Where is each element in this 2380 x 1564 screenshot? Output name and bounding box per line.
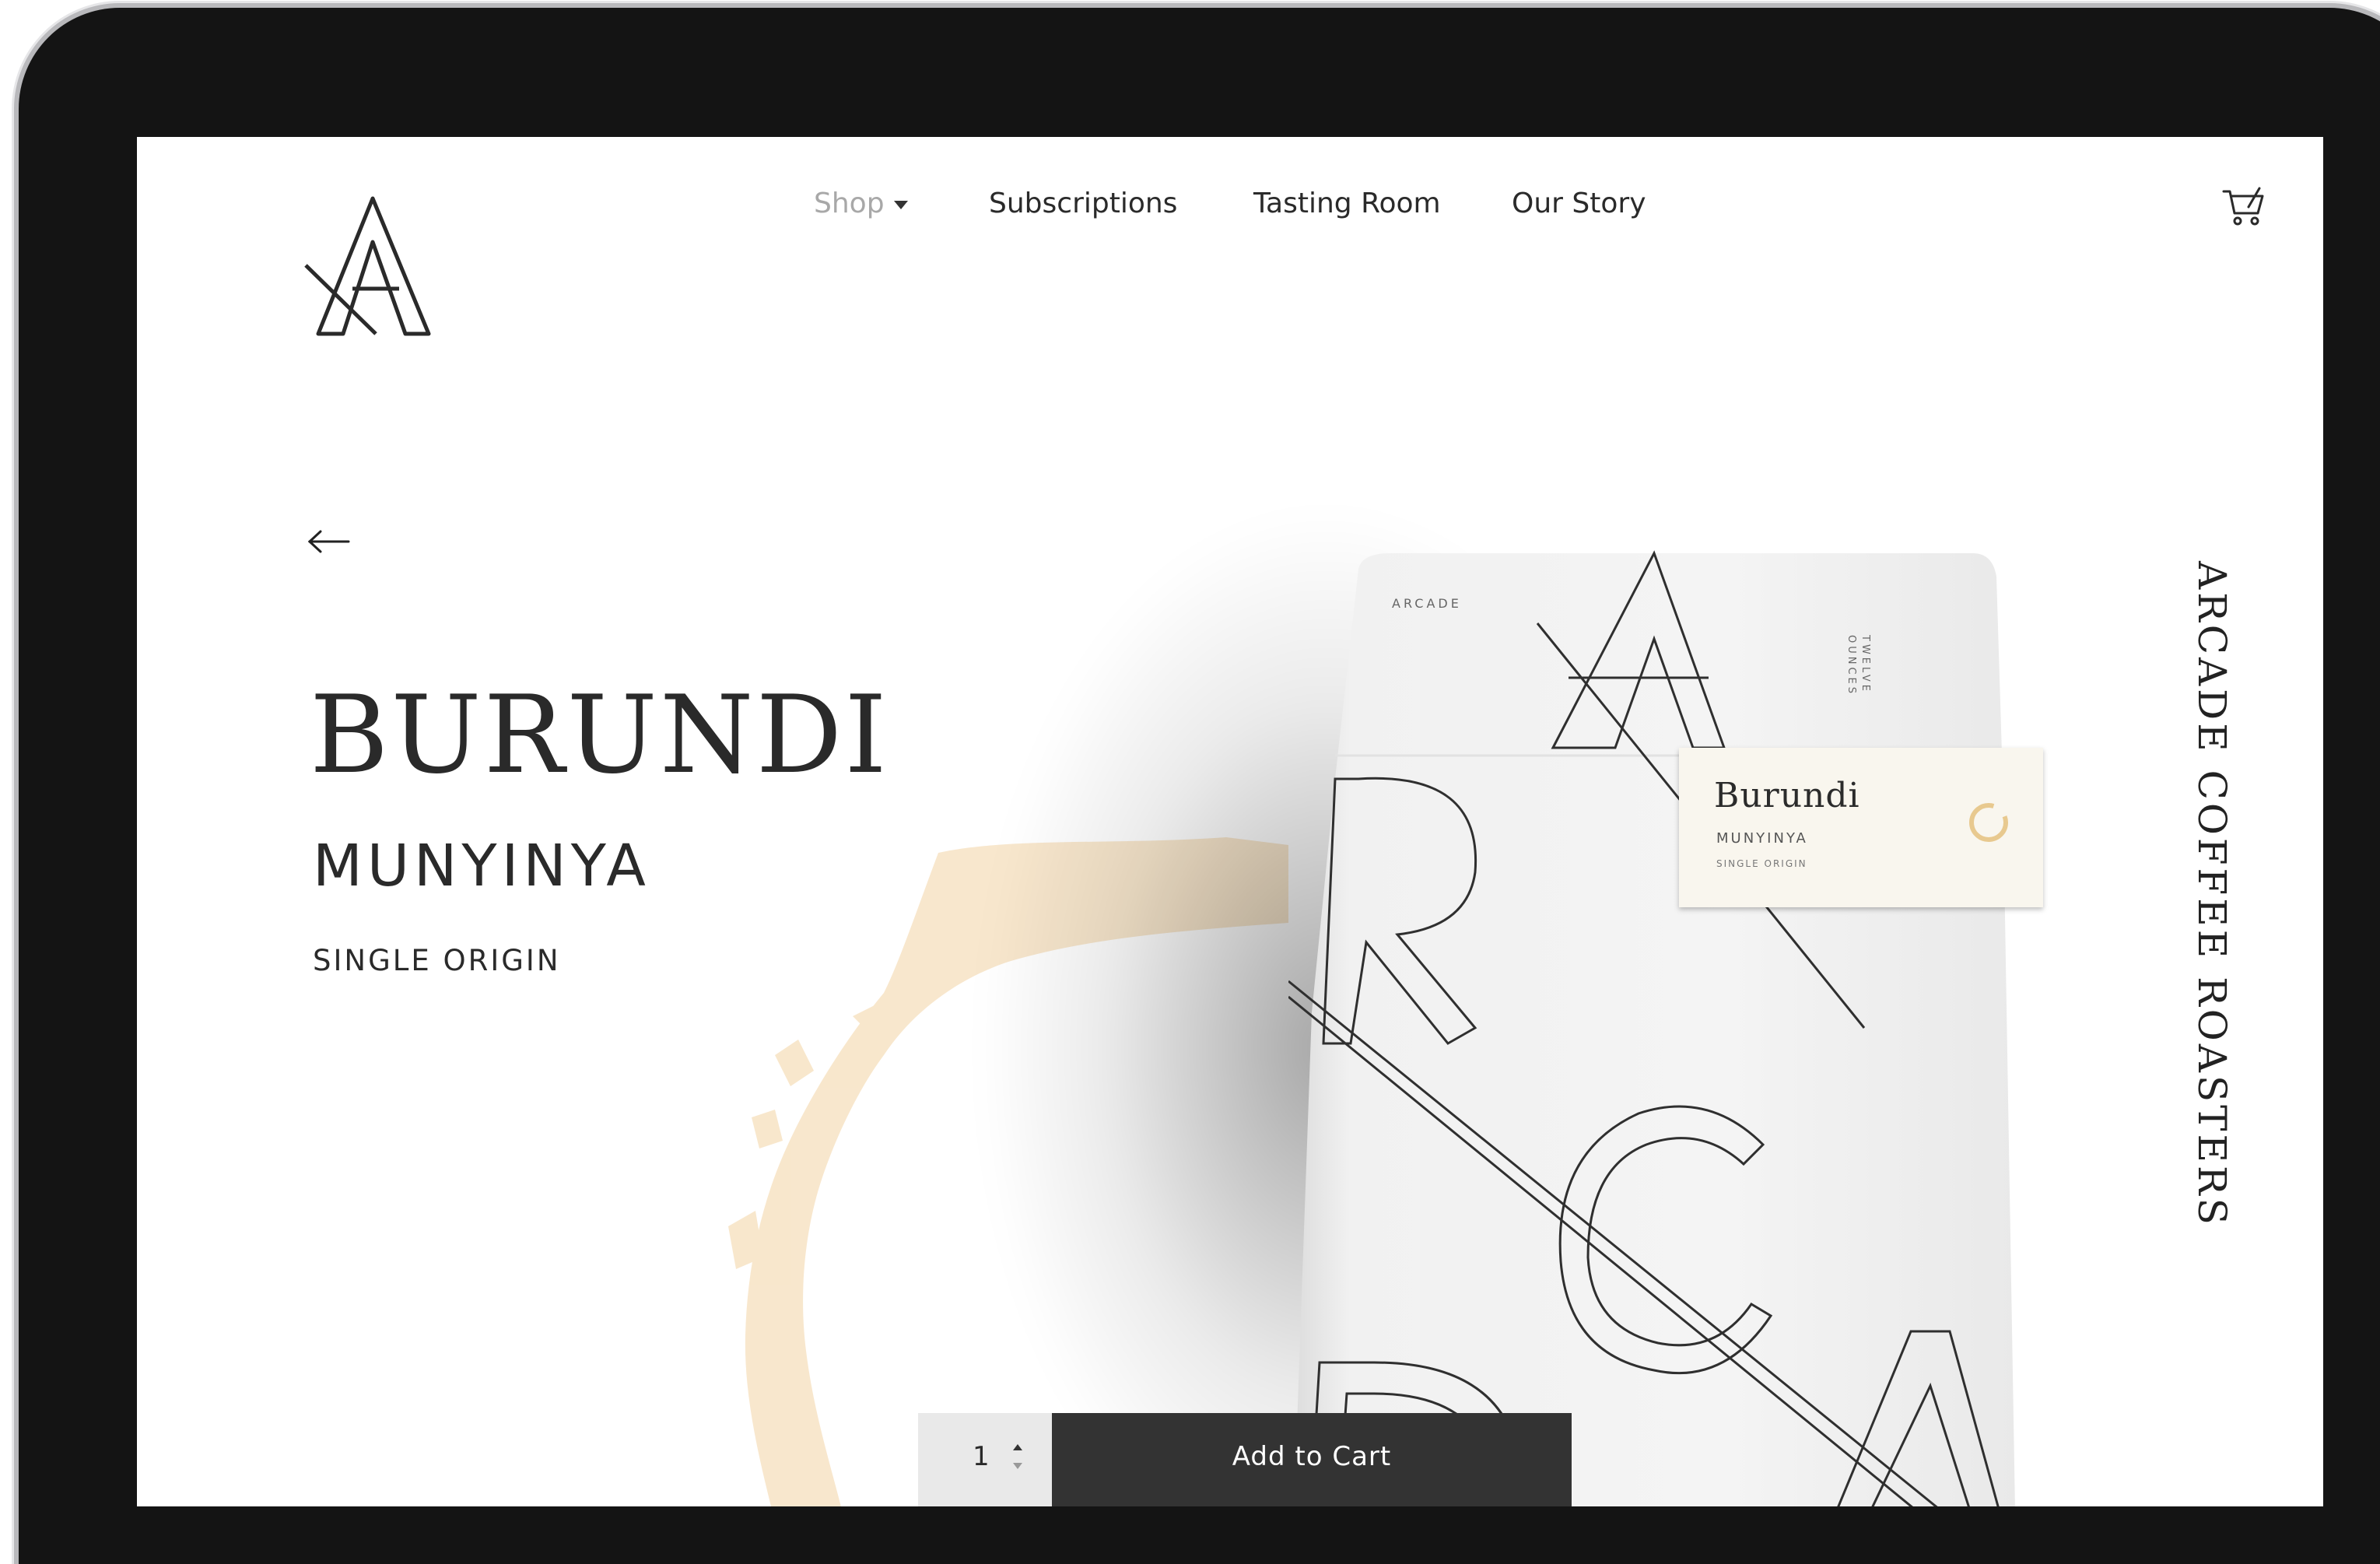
quantity-value: 1 [973, 1441, 990, 1472]
nav-shop[interactable]: Shop [814, 188, 908, 219]
back-arrow-icon[interactable] [308, 530, 350, 553]
main-nav: Shop Subscriptions Tasting Room Our Stor… [137, 188, 2323, 234]
bag-label-type: SINGLE ORIGIN [1716, 858, 1807, 869]
coffee-ring-icon [1969, 803, 2008, 842]
cart-icon[interactable] [2221, 184, 2266, 229]
bag-label-name: Burundi [1714, 776, 1860, 815]
add-to-cart-label: Add to Cart [1232, 1441, 1392, 1472]
coffee-bag-image [1288, 545, 2016, 1506]
browser-screen: Shop Subscriptions Tasting Room Our Stor… [137, 137, 2323, 1506]
product-title: BURUNDI [310, 672, 889, 798]
quantity-stepper-icon[interactable] [1010, 1440, 1025, 1474]
bag-brand-text: ARCADE [1392, 596, 1462, 611]
chevron-down-icon [893, 200, 908, 209]
quantity-input[interactable]: 1 [918, 1413, 1052, 1506]
nav-our-story[interactable]: Our Story [1512, 188, 1646, 219]
bag-label: Burundi MUNYINYA SINGLE ORIGIN [1679, 748, 2043, 907]
product-farm: MUNYINYA [313, 833, 650, 899]
add-to-cart-button[interactable]: Add to Cart [1052, 1413, 1572, 1506]
nav-subscriptions[interactable]: Subscriptions [989, 188, 1177, 219]
bag-size-text: TWELVE OUNCES [1844, 635, 1872, 696]
device-frame: Shop Subscriptions Tasting Room Our Stor… [19, 8, 2380, 1564]
bag-size-line2: OUNCES [1845, 635, 1857, 697]
nav-tasting-room[interactable]: Tasting Room [1253, 188, 1441, 219]
bag-label-farm: MUNYINYA [1716, 830, 1808, 847]
product-type: SINGLE ORIGIN [313, 944, 561, 977]
nav-shop-label: Shop [814, 188, 885, 219]
bag-size-line1: TWELVE [1859, 635, 1871, 694]
vertical-brand-text: ARCADE COFFEE ROASTERS [2189, 561, 2235, 1228]
